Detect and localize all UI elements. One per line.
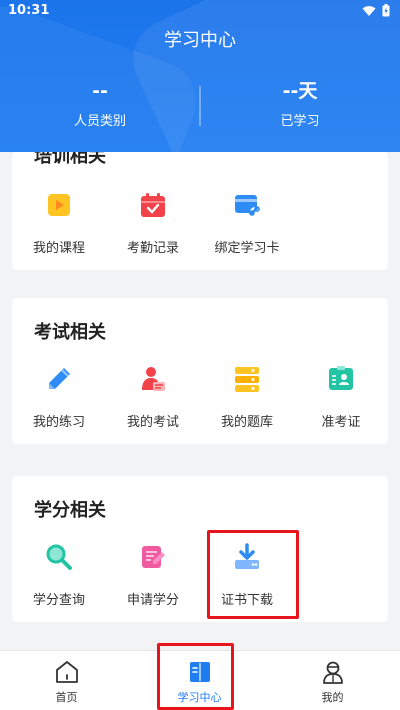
menu-item-apply-credit[interactable]: 申请学分 — [106, 542, 200, 608]
stat-value: --天 — [282, 80, 318, 102]
battery-icon — [382, 4, 390, 17]
wifi-icon — [362, 5, 376, 16]
menu-item-label: 证书下载 — [220, 593, 273, 608]
menu-item-label: 我的考试 — [126, 415, 179, 430]
menu-item-my-courses[interactable]: 我的课程 — [12, 190, 106, 256]
section-training: 培训相关 我的课程 考勤记录 绑定学习卡 — [12, 152, 388, 270]
stat-person-category: -- 人员类别 — [0, 80, 200, 129]
menu-item-label: 我的题库 — [220, 415, 273, 430]
book-icon — [189, 662, 210, 682]
question-bank-icon — [235, 367, 259, 392]
menu-item-label: 申请学分 — [126, 593, 179, 608]
calendar-icon — [141, 193, 165, 217]
header: 10:31 学习中心 -- 人员类别 --天 已学习 — [0, 0, 400, 152]
menu-item-my-exam[interactable]: 我的考试 — [106, 364, 200, 430]
menu-item-label: 考勤记录 — [126, 241, 179, 256]
status-icons — [362, 4, 390, 17]
menu-item-label: 我的练习 — [32, 415, 85, 430]
apply-edit-icon — [142, 546, 165, 568]
section-title: 培训相关 — [34, 152, 106, 167]
section-exam: 考试相关 我的练习 我的考试 我的题库 准考证 — [12, 298, 388, 444]
stat-label: 人员类别 — [73, 114, 126, 129]
menu-item-label: 准考证 — [321, 415, 361, 430]
section-title: 考试相关 — [34, 322, 106, 343]
page-title: 学习中心 — [164, 30, 236, 51]
tab-home[interactable]: 首页 — [0, 651, 133, 710]
tab-label: 首页 — [55, 691, 78, 704]
tab-label: 学习中心 — [177, 691, 222, 704]
stat-value: -- — [92, 80, 108, 102]
home-icon — [55, 661, 78, 683]
profile-icon — [322, 661, 343, 684]
menu-item-attendance[interactable]: 考勤记录 — [106, 190, 200, 256]
menu-item-label: 绑定学习卡 — [214, 241, 280, 256]
card-link-icon — [235, 195, 260, 217]
admission-ticket-icon — [329, 366, 353, 390]
stat-days-studied: --天 已学习 — [200, 80, 400, 129]
play-icon — [48, 194, 70, 216]
menu-item-my-practice[interactable]: 我的练习 — [12, 364, 106, 430]
pencil-icon — [49, 368, 70, 389]
menu-item-credit-query[interactable]: 学分查询 — [12, 542, 106, 608]
menu-item-question-bank[interactable]: 我的题库 — [200, 364, 294, 430]
status-time: 10:31 — [8, 3, 50, 18]
bottom-tab-bar: 首页 学习中心 我的 — [0, 650, 400, 710]
download-icon — [235, 543, 259, 569]
status-bar: 10:31 — [0, 0, 400, 24]
search-icon — [46, 544, 72, 570]
stat-label: 已学习 — [280, 114, 320, 129]
section-title: 学分相关 — [34, 500, 106, 521]
tab-study-center[interactable]: 学习中心 — [133, 651, 266, 710]
menu-item-label: 学分查询 — [32, 593, 85, 608]
exam-icon — [142, 367, 165, 391]
menu-item-certificate-download[interactable]: 证书下载 — [200, 542, 294, 608]
tab-mine[interactable]: 我的 — [266, 651, 399, 710]
menu-item-admission-ticket[interactable]: 准考证 — [294, 364, 388, 430]
tab-label: 我的 — [321, 691, 344, 704]
menu-item-label: 我的课程 — [32, 241, 85, 256]
section-credit: 学分相关 学分查询 申请学分 证书下载 — [12, 476, 388, 622]
menu-item-bind-study-card[interactable]: 绑定学习卡 — [200, 190, 294, 256]
